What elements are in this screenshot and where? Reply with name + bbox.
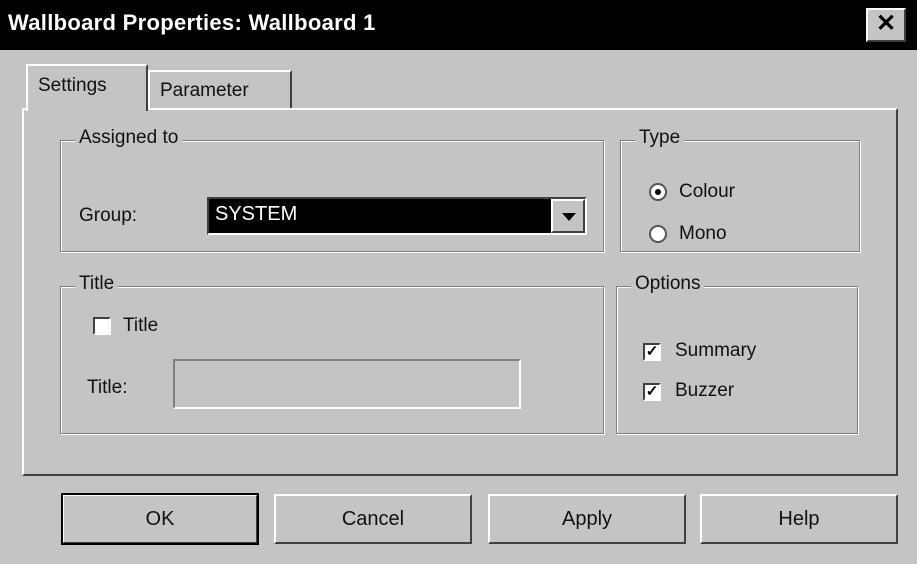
mono-radio-label: Mono — [679, 223, 727, 244]
title-field[interactable] — [173, 359, 521, 409]
properties-dialog: Wallboard Properties: Wallboard 1 ✕ Sett… — [0, 0, 917, 564]
tab-settings-label: Settings — [38, 75, 107, 96]
tab-parameter-label: Parameter — [160, 80, 249, 101]
help-button-label: Help — [778, 508, 820, 530]
type-group: Type Colour Mono — [620, 127, 860, 252]
help-button[interactable]: Help — [700, 494, 898, 544]
tab-settings[interactable]: Settings — [26, 64, 148, 111]
title-bar[interactable]: Wallboard Properties: Wallboard 1 ✕ — [0, 0, 917, 50]
apply-button[interactable]: Apply — [488, 494, 686, 544]
group-label: Group: — [79, 205, 138, 226]
colour-radio[interactable] — [649, 183, 667, 201]
tab-parameter[interactable]: Parameter — [148, 70, 292, 108]
buzzer-checkbox[interactable]: ✓ — [643, 383, 661, 401]
close-icon: ✕ — [875, 10, 897, 37]
options-group: Options ✓ Summary ✓ Buzzer — [616, 273, 858, 434]
title-checkbox[interactable] — [93, 317, 111, 335]
options-legend: Options — [631, 273, 705, 295]
summary-checkbox[interactable]: ✓ — [643, 343, 661, 361]
check-icon: ✓ — [645, 383, 659, 400]
title-field-label: Title: — [87, 377, 128, 398]
mono-radio[interactable] — [649, 225, 667, 243]
chevron-down-icon[interactable] — [551, 199, 585, 233]
group-select-value: SYSTEM — [215, 203, 298, 225]
cancel-button[interactable]: Cancel — [274, 494, 472, 544]
buzzer-checkbox-label: Buzzer — [675, 380, 735, 401]
title-legend: Title — [75, 273, 119, 295]
apply-button-label: Apply — [561, 508, 613, 530]
settings-panel: Assigned to Group: SYSTEM Type Colour Mo… — [22, 108, 898, 476]
title-checkbox-label: Title — [123, 315, 159, 336]
close-button[interactable]: ✕ — [866, 8, 906, 42]
check-icon: ✓ — [645, 343, 659, 360]
colour-radio-label: Colour — [679, 181, 735, 202]
window-title: Wallboard Properties: Wallboard 1 — [8, 10, 376, 35]
group-select[interactable]: SYSTEM — [207, 197, 587, 235]
ok-button-label: OK — [145, 508, 175, 530]
assigned-to-legend: Assigned to — [75, 127, 183, 149]
assigned-to-group: Assigned to Group: SYSTEM — [60, 127, 604, 252]
summary-checkbox-label: Summary — [675, 340, 757, 361]
type-legend: Type — [635, 127, 685, 149]
title-group: Title Title Title: — [60, 273, 604, 434]
cancel-button-label: Cancel — [341, 508, 405, 530]
ok-button[interactable]: OK — [61, 493, 259, 545]
